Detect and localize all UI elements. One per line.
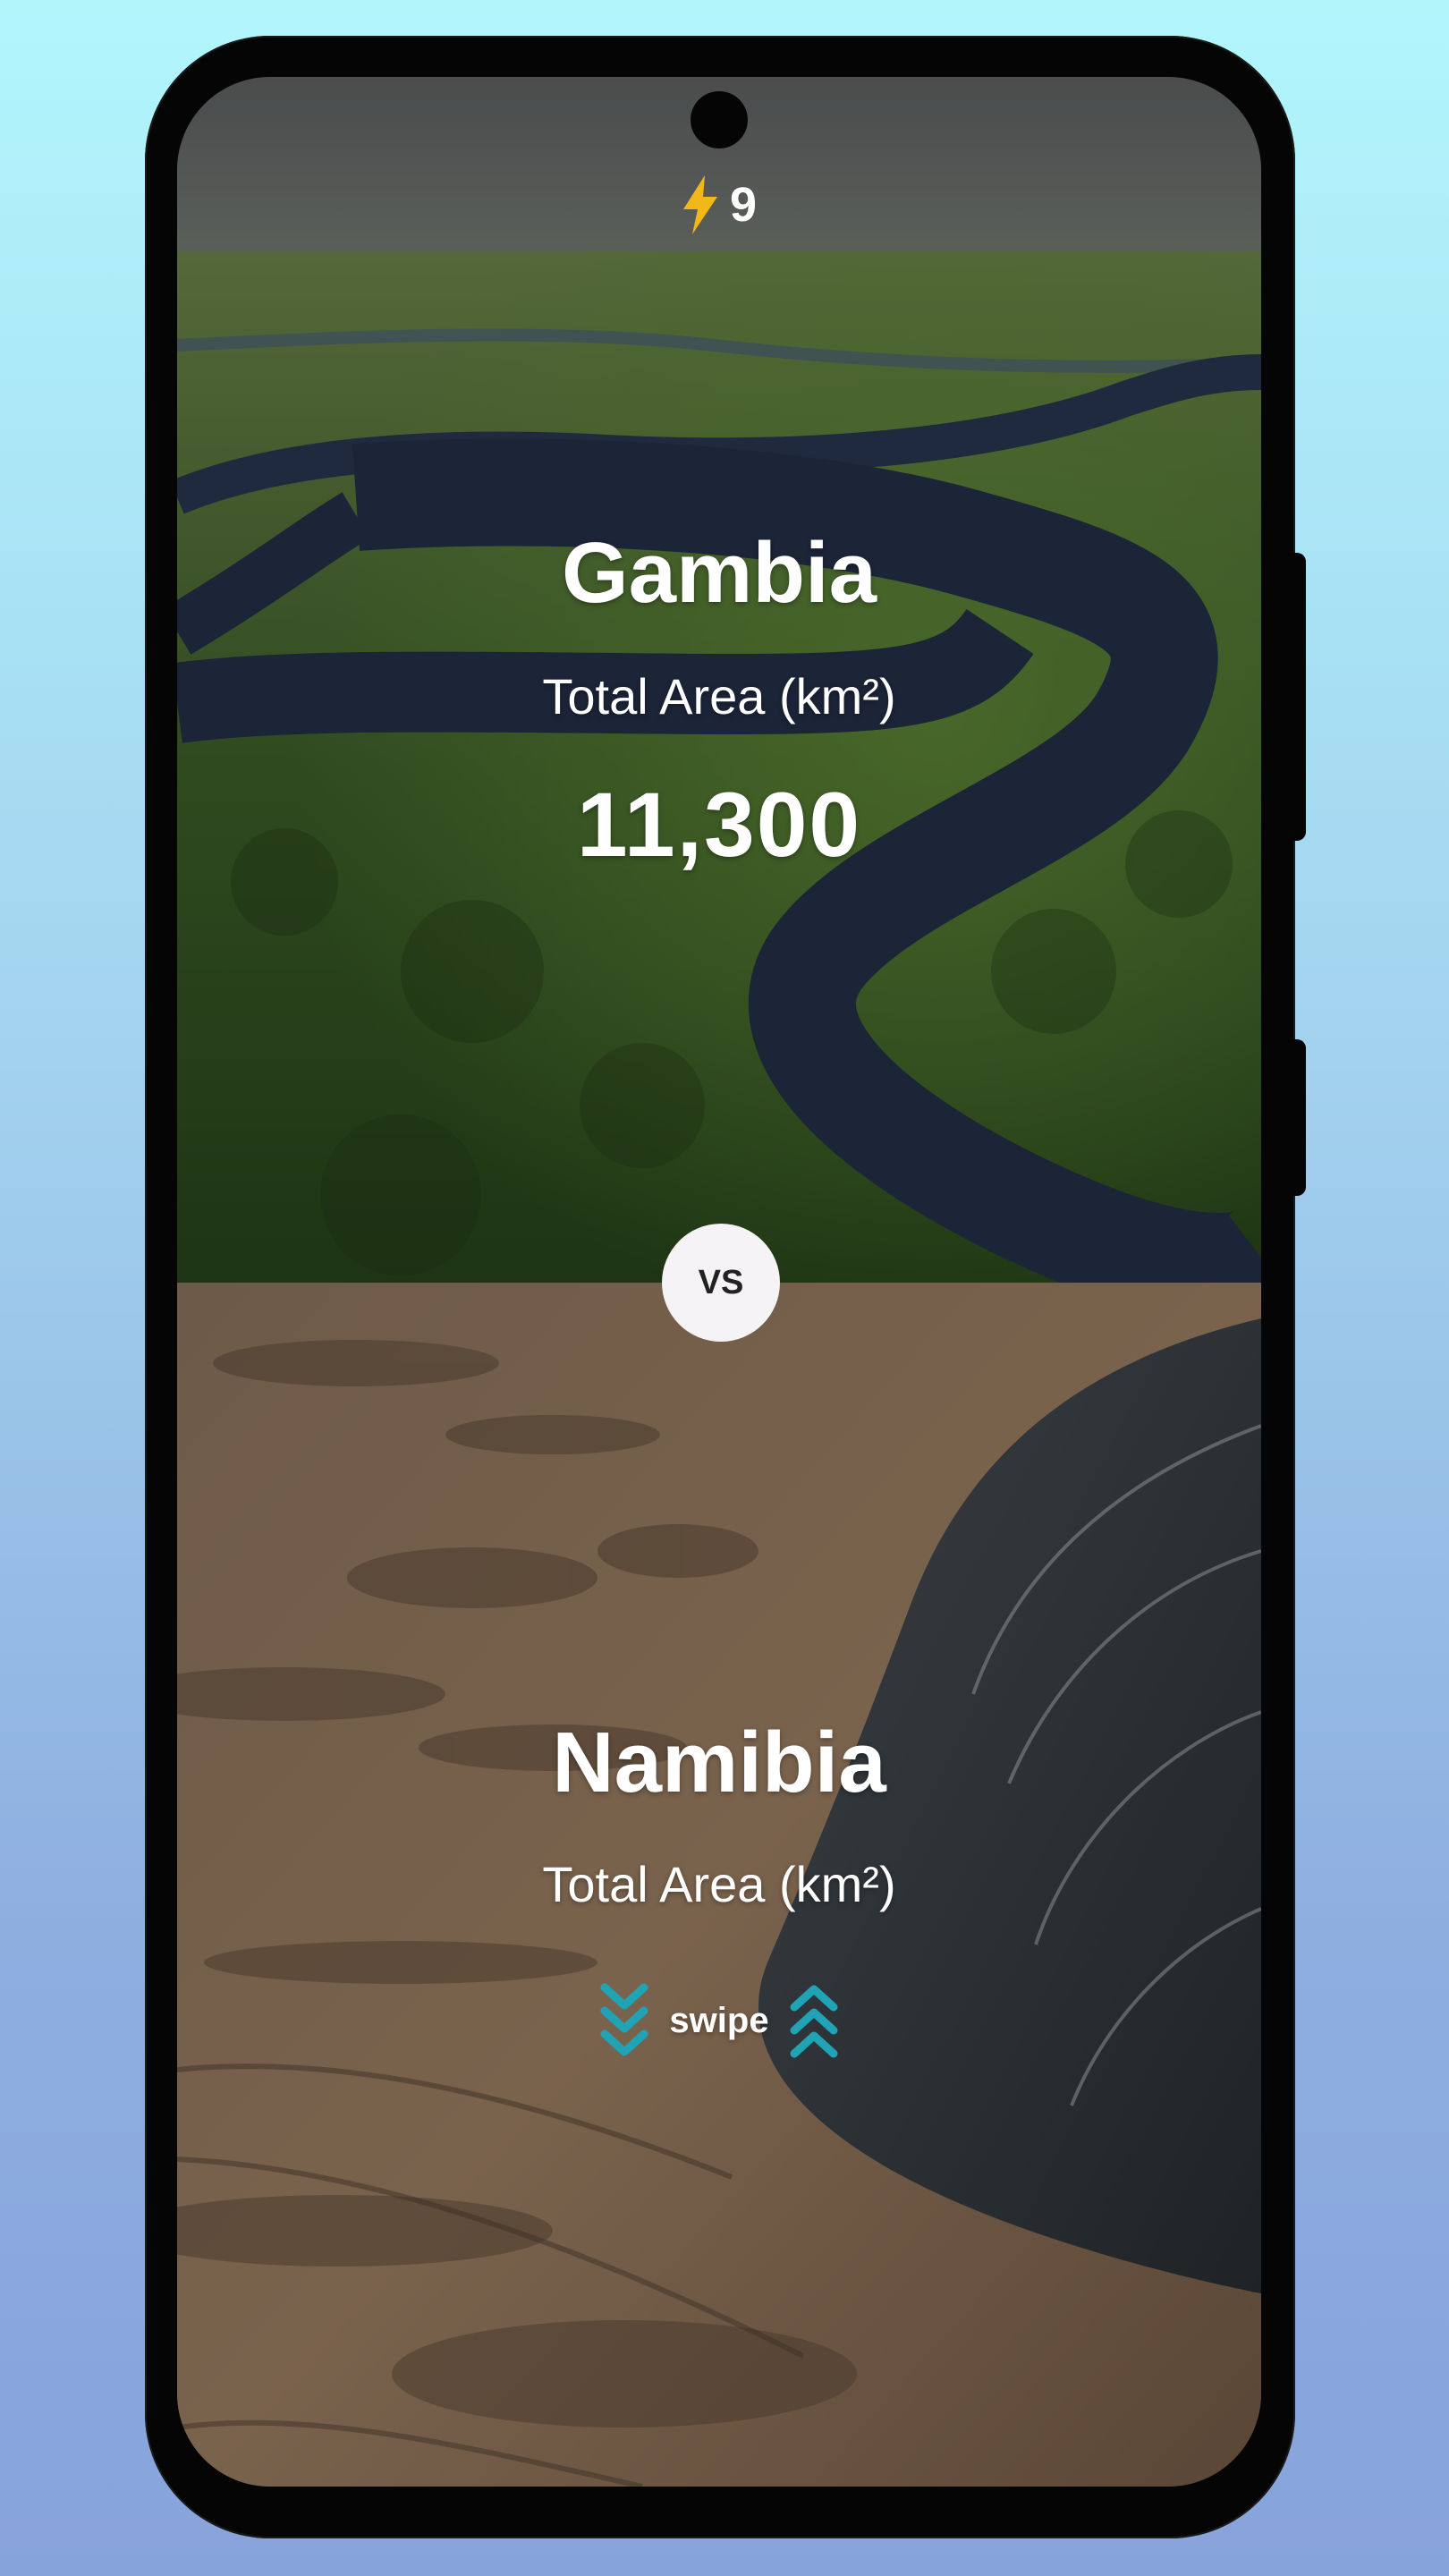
streak-count: 9 [729, 178, 758, 232]
swipe-hint[interactable]: swipe [177, 1982, 1261, 2059]
chevrons-up-icon [790, 1985, 838, 2058]
vs-badge: VS [662, 1224, 780, 1342]
top-country-card: 9 Gambia Total Area (km²) 11,300 [177, 77, 1261, 1283]
top-country-name: Gambia [561, 525, 877, 621]
chevrons-down-icon [600, 1983, 648, 2056]
bottom-metric-label: Total Area (km²) [542, 1856, 896, 1912]
app-screen: 9 Gambia Total Area (km²) 11,300 Namibia… [177, 77, 1261, 2487]
phone-side-button [1293, 553, 1306, 841]
top-metric-value: 11,300 [576, 774, 862, 876]
phone-side-button [1293, 1039, 1306, 1196]
bottom-country-card[interactable]: Namibia Total Area (km²) [177, 1283, 1261, 2487]
top-metric-label: Total Area (km²) [542, 668, 896, 724]
bottom-country-name: Namibia [552, 1715, 886, 1810]
swipe-label: swipe [669, 2000, 769, 2040]
lightning-icon [682, 175, 717, 234]
streak-counter: 9 [177, 175, 1261, 234]
front-camera [691, 91, 748, 148]
